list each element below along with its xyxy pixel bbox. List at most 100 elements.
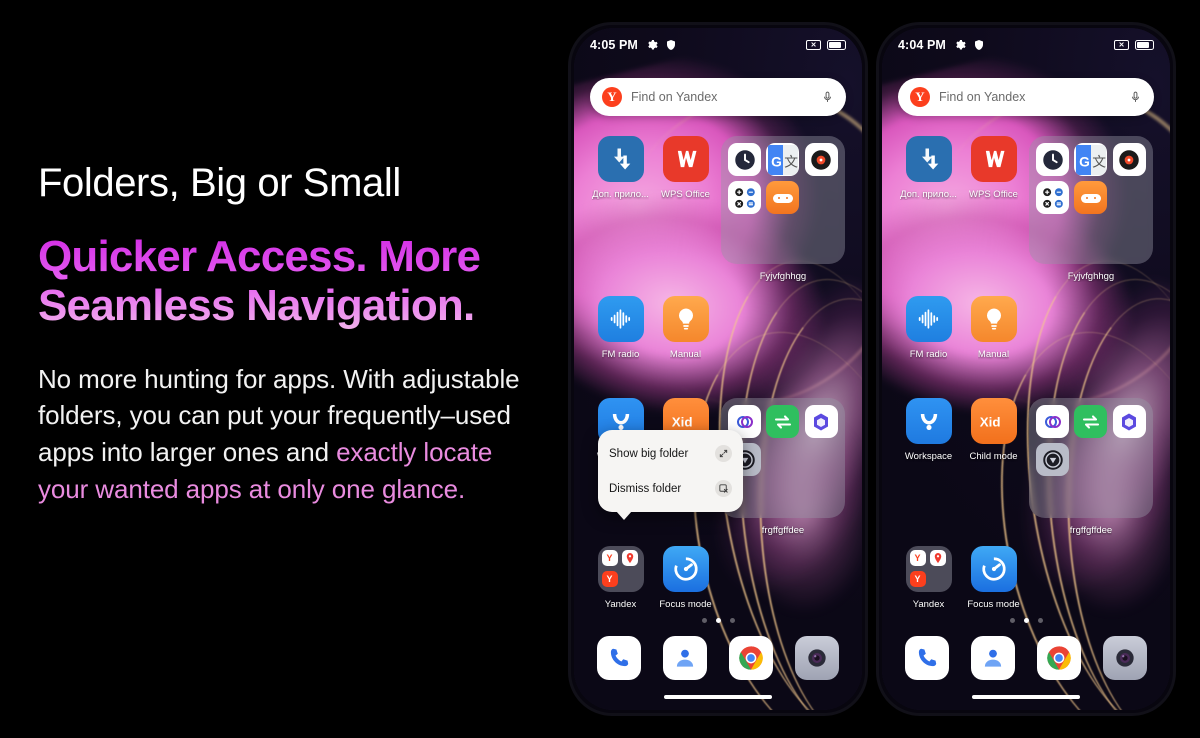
fm-radio-icon bbox=[597, 296, 644, 342]
folder-label: frgffgffdee bbox=[761, 525, 805, 536]
lightbulb-icon bbox=[970, 296, 1017, 342]
chrome-icon[interactable] bbox=[729, 636, 773, 680]
folder-grid bbox=[1029, 398, 1153, 518]
page-dot-active[interactable] bbox=[1023, 618, 1029, 623]
mic-icon[interactable] bbox=[821, 89, 834, 105]
seal-badge-icon bbox=[1036, 443, 1069, 476]
clock-icon bbox=[728, 143, 761, 176]
phone-mockup-2: 4:04 PM ✕ Y Find on Yandex Доп. прило...… bbox=[876, 22, 1176, 716]
app-workspace[interactable]: Workspace bbox=[896, 398, 961, 536]
clock-icon bbox=[1036, 143, 1069, 176]
yandex-y-icon: Y bbox=[601, 550, 618, 566]
map-pin-icon bbox=[622, 550, 638, 566]
app-wps-office[interactable]: WPS Office bbox=[961, 136, 1026, 282]
headline-text: Quicker Access. More Seamless Navigation… bbox=[38, 232, 578, 331]
google-translate-icon: G文 bbox=[1074, 143, 1108, 176]
page-dot-active[interactable] bbox=[715, 618, 721, 623]
workspace-icon bbox=[905, 398, 952, 444]
eyebrow-text: Folders, Big or Small bbox=[38, 161, 401, 205]
app-row-4: Y Y Yandex Focus mode bbox=[574, 546, 862, 610]
phone-mockup-1: 4:05 PM ✕ Y Find on Yandex Доп. прило...… bbox=[568, 22, 868, 716]
camera-icon[interactable] bbox=[795, 636, 839, 680]
folder-label: frgffgffdee bbox=[1069, 525, 1113, 536]
folder-yandex[interactable]: Y Y Yandex bbox=[896, 546, 961, 610]
svg-text:文: 文 bbox=[1092, 154, 1106, 169]
transfer-arrows-icon bbox=[1074, 405, 1108, 438]
app-grid: Доп. прило... WPS Office G文 Fyjvfghhgg F… bbox=[882, 136, 1170, 616]
focus-mode-icon bbox=[662, 546, 709, 592]
app-label: Workspace bbox=[904, 451, 953, 462]
contacts-icon[interactable] bbox=[663, 636, 707, 680]
menu-item-dismiss-folder[interactable]: Dismiss folder bbox=[598, 471, 743, 506]
status-time: 4:04 PM bbox=[898, 38, 946, 52]
folder-label: Yandex bbox=[604, 599, 637, 610]
download-arrows-icon bbox=[597, 136, 644, 182]
home-indicator[interactable] bbox=[972, 695, 1080, 699]
status-time: 4:05 PM bbox=[590, 38, 638, 52]
phone-2-screen: 4:04 PM ✕ Y Find on Yandex Доп. прило...… bbox=[882, 28, 1170, 710]
app-dop-prilo[interactable]: Доп. прило... bbox=[588, 136, 653, 282]
app-manual[interactable]: Manual bbox=[653, 296, 718, 360]
phone-icon[interactable] bbox=[597, 636, 641, 680]
page-dot[interactable] bbox=[729, 618, 735, 623]
chrome-icon[interactable] bbox=[1037, 636, 1081, 680]
app-label: Focus mode bbox=[659, 599, 712, 610]
yandex-red-y-icon: Y bbox=[909, 570, 926, 587]
battery-icon bbox=[1135, 40, 1154, 50]
menu-item-show-big-folder[interactable]: Show big folder bbox=[598, 436, 743, 471]
page-dot[interactable] bbox=[1009, 618, 1015, 623]
app-wps-office[interactable]: WPS Office bbox=[653, 136, 718, 282]
hex-cube-icon bbox=[804, 405, 838, 438]
marketing-copy: Folders, Big or Small Quicker Access. Mo… bbox=[38, 160, 558, 508]
svg-text:文: 文 bbox=[784, 154, 798, 169]
calculator-icon bbox=[728, 181, 761, 214]
folder-fyjvfghhgg[interactable]: G文 Fyjvfghhgg bbox=[1026, 136, 1156, 282]
search-placeholder: Find on Yandex bbox=[631, 90, 718, 104]
dock bbox=[574, 636, 862, 680]
app-manual[interactable]: Manual bbox=[961, 296, 1026, 360]
app-dop-prilo[interactable]: Доп. прило... bbox=[896, 136, 961, 282]
camera-icon[interactable] bbox=[1103, 636, 1147, 680]
yandex-search-bar[interactable]: Y Find on Yandex bbox=[898, 78, 1154, 116]
app-fm-radio[interactable]: FM radio bbox=[896, 296, 961, 360]
dock bbox=[882, 636, 1170, 680]
folder-fyjvfghhgg[interactable]: G文 Fyjvfghhgg bbox=[718, 136, 848, 282]
transfer-arrows-icon bbox=[766, 405, 800, 438]
folder-frgffgffdee[interactable]: frgffgffdee bbox=[1026, 398, 1156, 536]
app-label: Focus mode bbox=[967, 599, 1020, 610]
app-label: Доп. прило... bbox=[592, 189, 649, 200]
folder-label: Yandex bbox=[912, 599, 945, 610]
page-dot[interactable] bbox=[1037, 618, 1043, 623]
contacts-icon[interactable] bbox=[971, 636, 1015, 680]
home-indicator[interactable] bbox=[664, 695, 772, 699]
app-fm-radio[interactable]: FM radio bbox=[588, 296, 653, 360]
promo-stage: Folders, Big or Small Quicker Access. Mo… bbox=[0, 0, 1200, 738]
folder-grid: G文 bbox=[1029, 136, 1153, 264]
app-row-4: Y Y Yandex Focus mode bbox=[882, 546, 1170, 610]
folder-context-menu[interactable]: Show big folder Dismiss folder bbox=[598, 430, 743, 520]
yandex-search-bar[interactable]: Y Find on Yandex bbox=[590, 78, 846, 116]
menu-item-label: Show big folder bbox=[609, 447, 689, 460]
phone-1-screen: 4:05 PM ✕ Y Find on Yandex Доп. прило...… bbox=[574, 28, 862, 710]
yandex-y-icon: Y bbox=[909, 550, 926, 566]
yandex-folder-icon: Y Y bbox=[905, 546, 952, 592]
mic-icon[interactable] bbox=[1129, 89, 1142, 105]
yandex-red-y-icon: Y bbox=[601, 570, 618, 587]
app-focus-mode[interactable]: Focus mode bbox=[961, 546, 1026, 610]
app-row-1: Доп. прило... WPS Office G文 Fyjvfghhgg bbox=[882, 136, 1170, 282]
svg-text:Xid: Xid bbox=[979, 414, 1000, 429]
app-focus-mode[interactable]: Focus mode bbox=[653, 546, 718, 610]
phone-icon[interactable] bbox=[905, 636, 949, 680]
folder-yandex[interactable]: Y Y Yandex bbox=[588, 546, 653, 610]
page-dot[interactable] bbox=[701, 618, 707, 623]
app-label: Manual bbox=[977, 349, 1010, 360]
app-child-mode[interactable]: Xid Child mode bbox=[961, 398, 1026, 536]
battery-icon bbox=[827, 40, 846, 50]
fm-radio-icon bbox=[905, 296, 952, 342]
wps-office-icon bbox=[970, 136, 1017, 182]
app-label: FM radio bbox=[909, 349, 948, 360]
hex-cube-icon bbox=[1112, 405, 1146, 438]
status-bar: 4:05 PM ✕ bbox=[574, 28, 862, 62]
shield-icon bbox=[974, 40, 983, 50]
expand-arrows-icon bbox=[715, 445, 732, 462]
